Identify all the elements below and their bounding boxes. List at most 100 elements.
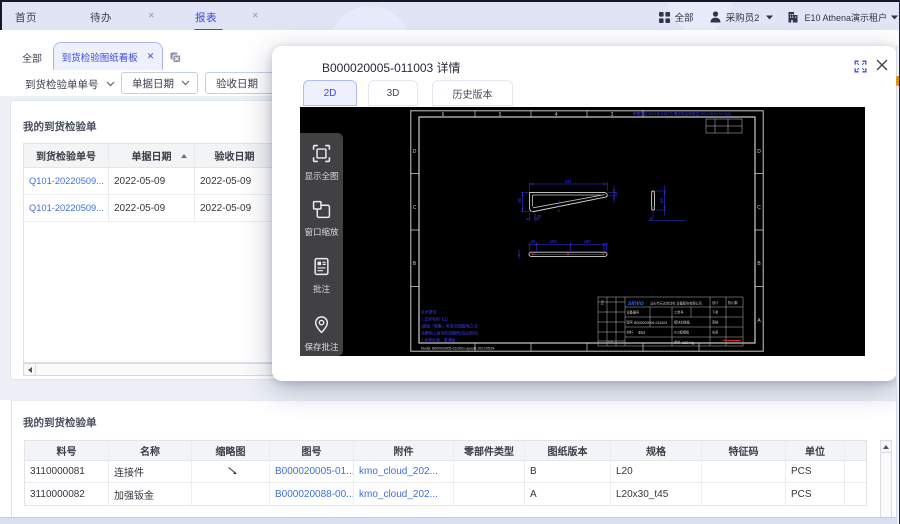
filter-doc-date[interactable]: 单据日期 <box>121 72 198 94</box>
col-header-order-no[interactable]: 到货检验单号 <box>24 144 109 167</box>
col-header-accept-date[interactable]: 验收日期 <box>195 144 274 167</box>
svg-text:设备编号: 设备编号 <box>627 310 640 315</box>
close-icon[interactable]: ✕ <box>252 11 259 21</box>
unit-cell: PCS <box>786 461 845 482</box>
svg-text:C: C <box>413 205 417 211</box>
table-row[interactable]: Q101-20220509... 2022-05-09 2022-05-09 <box>24 195 274 222</box>
svg-text:重量: 重量 <box>674 340 681 345</box>
col-header-doc-date[interactable]: 单据日期 <box>109 144 195 167</box>
col-header-feature-code[interactable]: 特征码 <box>702 441 786 460</box>
table-row[interactable]: 3110000081 连接件 B000020005-01... kmo_clou… <box>25 461 866 483</box>
chevron-down-icon[interactable] <box>891 15 898 20</box>
svg-text:150: 150 <box>550 239 558 244</box>
all-apps-button[interactable]: 全部 <box>675 10 694 24</box>
chevron-down-icon[interactable] <box>766 15 774 20</box>
page-tab-all[interactable]: 全部 <box>22 50 42 65</box>
user-menu[interactable]: 采购员2 <box>726 10 760 24</box>
part-type-cell <box>454 483 525 505</box>
svg-text:A12模横板: A12模横板 <box>674 330 690 335</box>
svg-text:2.发黑处理、普通级: 2.发黑处理、普通级 <box>421 338 455 343</box>
bar-left-arrow <box>518 252 520 256</box>
order-no-link[interactable]: Q101-20220509... <box>24 168 109 194</box>
svg-text:30: 30 <box>531 239 536 244</box>
topbar-tab-reports[interactable]: 报表 <box>195 10 217 25</box>
col-header-dwg-version[interactable]: 图纸版本 <box>525 441 611 460</box>
col-header-attachment[interactable]: 附件 <box>354 441 454 460</box>
col-header-label: 单据日期 <box>131 152 172 163</box>
close-icon[interactable] <box>875 58 889 72</box>
zone-ticks <box>410 110 764 352</box>
close-icon[interactable]: ✕ <box>147 51 155 62</box>
col-header-spec[interactable]: 规格 <box>611 441 702 460</box>
close-others-icon[interactable] <box>170 50 181 68</box>
horizontal-scrollbar[interactable] <box>23 363 275 376</box>
thumbnail-cell <box>192 483 270 505</box>
feature-code-cell <box>702 461 786 482</box>
part-side-view <box>651 190 656 211</box>
filler-cell <box>845 441 866 460</box>
sort-asc-icon[interactable] <box>181 154 187 158</box>
dwg-no-link[interactable]: B000020088-00... <box>270 483 354 505</box>
drawing-detail-modal: B000020005-011003 详情 2D 3D 历史版本 显示全图 窗口缩… <box>272 46 897 381</box>
svg-text:20: 20 <box>537 214 542 219</box>
page-tab-active[interactable]: 到货检验图纸看板 ✕ <box>53 42 163 70</box>
svg-text:1:5: 1:5 <box>608 340 613 344</box>
window-zoom-icon <box>312 200 331 219</box>
svg-text:陈小鹏: 陈小鹏 <box>728 300 738 305</box>
svg-text:工单号: 工单号 <box>674 310 684 315</box>
window-zoom-button[interactable]: 窗口缩放 <box>300 200 343 238</box>
part-bar-view <box>528 251 608 257</box>
table-row[interactable]: Q101-20220509... 2022-05-09 2022-05-09 <box>24 168 274 195</box>
close-icon[interactable]: ✕ <box>148 11 155 21</box>
col-header-dwg-no[interactable]: 图号 <box>270 441 354 460</box>
scroll-left-button[interactable] <box>24 364 36 375</box>
part-thumbnail-icon <box>227 467 237 475</box>
fullscreen-icon[interactable] <box>854 60 867 73</box>
dwg-version-cell: A <box>525 483 611 505</box>
card-title: 我的到货检验单 <box>23 121 97 133</box>
svg-text:6: 6 <box>442 112 445 118</box>
order-no-link[interactable]: Q101-20220509... <box>24 195 109 221</box>
doc-date-cell: 2022-05-09 <box>109 195 195 221</box>
tenant-menu[interactable]: E10 Athena演示租户 <box>804 11 887 24</box>
building-icon <box>787 11 799 23</box>
accept-date-cell: 2022-05-09 <box>200 202 252 214</box>
save-annotation-button[interactable]: 保存批注 <box>300 315 343 353</box>
svg-text:C: C <box>757 205 761 211</box>
cad-viewer[interactable]: 显示全图 窗口缩放 批注 保存批注 6 5 4 3 D C B D C B A … <box>300 107 865 356</box>
scroll-up-button[interactable] <box>881 441 891 453</box>
col-header-name[interactable]: 名称 <box>109 441 192 460</box>
panel-title: 我的到货检验单 <box>23 417 97 429</box>
spec-cell: L20 <box>611 461 702 482</box>
filter-order-no[interactable]: 到货检验单单号 <box>25 74 115 94</box>
svg-text:技术要求:: 技术要求: <box>421 310 438 315</box>
revision-grid <box>705 118 743 134</box>
feature-code-cell <box>702 483 786 505</box>
grid-icon[interactable] <box>658 11 670 23</box>
bottom-scrollbar-strip[interactable] <box>0 517 900 524</box>
tab-3d[interactable]: 3D <box>368 80 418 106</box>
topbar-tab-todo[interactable]: 待办 <box>90 10 112 25</box>
vertical-scrollbar[interactable] <box>880 440 892 518</box>
attachment-link[interactable]: kmo_cloud_202... <box>354 461 454 482</box>
dwg-no-link[interactable]: B000020005-01... <box>270 461 354 482</box>
name-cell: 连接件 <box>109 461 192 482</box>
col-header-part-type[interactable]: 零部件类型 <box>454 441 525 460</box>
tab-history-version[interactable]: 历史版本 <box>432 80 513 106</box>
col-header-part-no[interactable]: 料号 <box>25 441 109 460</box>
parts-table: 料号 名称 缩略图 图号 附件 零部件类型 图纸版本 规格 特征码 单位 311… <box>24 440 867 506</box>
annotate-button[interactable]: 批注 <box>300 257 343 295</box>
topbar-tab-home[interactable]: 首页 <box>15 10 37 25</box>
triangle-dimensions <box>521 182 616 222</box>
col-header-unit[interactable]: 单位 <box>786 441 845 460</box>
col-header-thumbnail[interactable]: 缩略图 <box>192 441 270 460</box>
attachment-link[interactable]: kmo_cloud_202... <box>354 483 454 505</box>
svg-text:80: 80 <box>517 197 522 202</box>
tab-2d[interactable]: 2D <box>303 80 357 106</box>
cad-footer-text: Model: B000020005-011003 Layout1 2021/05… <box>421 346 495 350</box>
table-row[interactable]: 3110000082 加强钣金 B000020088-00... kmo_clo… <box>25 483 866 505</box>
thumbnail-cell[interactable] <box>192 461 270 482</box>
fit-view-button[interactable]: 显示全图 <box>300 144 343 182</box>
sheet-outer-frame <box>410 110 764 352</box>
tool-label: 窗口缩放 <box>304 227 339 237</box>
